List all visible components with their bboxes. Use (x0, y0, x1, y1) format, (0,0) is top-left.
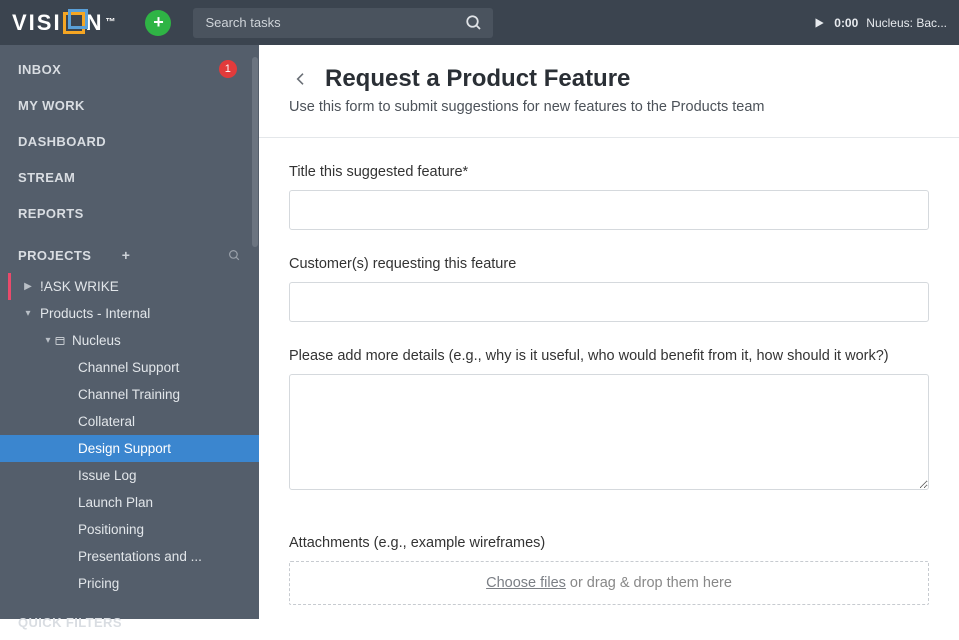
attachments-dropzone[interactable]: Choose files or drag & drop them here (289, 561, 929, 605)
content-area: Request a Product Feature Use this form … (259, 45, 959, 619)
tree-label: Products - Internal (40, 306, 150, 321)
nav-label: REPORTS (18, 206, 241, 221)
feature-title-input[interactable] (289, 190, 929, 230)
divider (259, 137, 959, 138)
tree-label: Pricing (78, 576, 119, 591)
logo-text-post: N (86, 10, 104, 36)
nav-projects[interactable]: PROJECTS + (0, 237, 259, 273)
nav-label: DASHBOARD (18, 134, 241, 149)
customers-input[interactable] (289, 282, 929, 322)
nav-label-projects: PROJECTS (18, 248, 116, 263)
choose-files-link[interactable]: Choose files (486, 575, 566, 591)
project-search-icon[interactable] (228, 249, 241, 262)
plus-icon: + (153, 12, 164, 33)
field-title-label: Title this suggested feature* (289, 164, 929, 180)
tree-label: Issue Log (78, 468, 137, 483)
nav-item-dashboard[interactable]: DASHBOARD (0, 123, 259, 159)
back-button[interactable] (289, 69, 313, 89)
sidebar-scrollbar[interactable] (251, 45, 259, 619)
search-input[interactable] (193, 8, 493, 38)
details-textarea[interactable] (289, 374, 929, 490)
page-subtitle: Use this form to submit suggestions for … (289, 99, 929, 115)
quick-filters-header[interactable]: QUICK FILTERS (0, 605, 259, 640)
search-icon[interactable] (465, 14, 483, 32)
add-project-icon[interactable]: + (122, 247, 131, 263)
field-details-label: Please add more details (e.g., why is it… (289, 348, 929, 364)
tree-nucleus[interactable]: ▾ Nucleus (0, 327, 259, 354)
logo-tm: ™ (105, 17, 117, 28)
timer-time: 0:00 (834, 16, 858, 30)
drop-hint: or drag & drop them here (570, 575, 732, 591)
sidebar: INBOX1 MY WORK DASHBOARD STREAM REPORTS PROJ… (0, 45, 259, 619)
search-wrap (193, 8, 493, 38)
add-button[interactable]: + (145, 10, 171, 36)
play-icon[interactable] (812, 16, 826, 30)
nav-item-reports[interactable]: REPORTS (0, 195, 259, 231)
nav-item-stream[interactable]: STREAM (0, 159, 259, 195)
nav-item-my-work[interactable]: MY WORK (0, 87, 259, 123)
scrollbar-thumb[interactable] (252, 57, 258, 247)
tree-item-launch-plan[interactable]: Launch Plan (0, 489, 259, 516)
nav-item-inbox[interactable]: INBOX1 (0, 51, 259, 87)
tree-root-ask-wrike[interactable]: ▶ !ASK WRIKE (0, 273, 259, 300)
tree-root-products[interactable]: ▾ Products - Internal (0, 300, 259, 327)
tree-label: Channel Support (78, 360, 179, 375)
tree-item-issue-log[interactable]: Issue Log (0, 462, 259, 489)
tree-item-channel-training[interactable]: Channel Training (0, 381, 259, 408)
nav-primary: INBOX1 MY WORK DASHBOARD STREAM REPORTS (0, 45, 259, 237)
notification-badge: 1 (219, 60, 237, 78)
chevron-down-icon: ▾ (42, 335, 54, 346)
tree-item-presentations-and[interactable]: Presentations and ... (0, 543, 259, 570)
timer-task[interactable]: Nucleus: Bac... (866, 16, 947, 30)
tree-label: Collateral (78, 414, 135, 429)
tree-item-positioning[interactable]: Positioning (0, 516, 259, 543)
app-header: VISI N ™ + 0:00 Nucleus: Bac... (0, 0, 959, 45)
tree-label: Launch Plan (78, 495, 153, 510)
tree-label: Nucleus (72, 333, 121, 348)
nav-label: STREAM (18, 170, 241, 185)
logo-o-icon (63, 12, 85, 34)
field-customers-label: Customer(s) requesting this feature (289, 256, 929, 272)
chevron-right-icon: ▶ (22, 281, 34, 292)
nav-label: INBOX (18, 62, 219, 77)
tree-label: Channel Training (78, 387, 180, 402)
logo-text-pre: VISI (12, 10, 62, 36)
tree-label: !ASK WRIKE (40, 279, 119, 294)
tree-item-collateral[interactable]: Collateral (0, 408, 259, 435)
project-tree: ▶ !ASK WRIKE ▾ Products - Internal ▾ Nuc… (0, 273, 259, 605)
chevron-down-icon: ▾ (22, 308, 34, 319)
tree-item-pricing[interactable]: Pricing (0, 570, 259, 597)
timer-widget: 0:00 Nucleus: Bac... (812, 16, 947, 30)
tree-label: Presentations and ... (78, 549, 202, 564)
nav-label: MY WORK (18, 98, 241, 113)
quick-filters-label: QUICK FILTERS (18, 615, 122, 630)
folder-icon (54, 335, 68, 347)
tree-item-channel-support[interactable]: Channel Support (0, 354, 259, 381)
tree-item-design-support[interactable]: Design Support (0, 435, 259, 462)
page-title: Request a Product Feature (325, 65, 630, 93)
field-attachments-label: Attachments (e.g., example wireframes) (289, 535, 929, 551)
tree-label: Design Support (78, 441, 171, 456)
tree-label: Positioning (78, 522, 144, 537)
logo: VISI N ™ (12, 10, 117, 36)
